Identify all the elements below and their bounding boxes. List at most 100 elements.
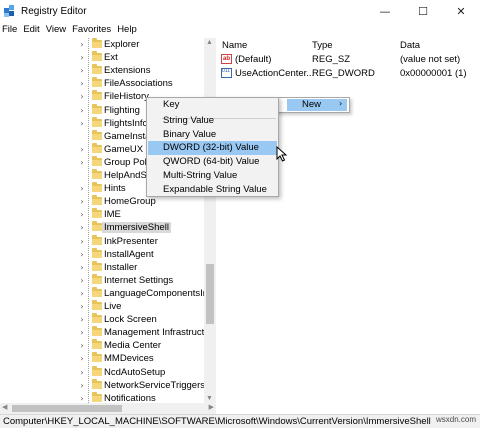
submenu-string-value[interactable]: String Value <box>148 114 277 128</box>
tree-item[interactable]: › FileAssociations <box>0 77 204 90</box>
expand-chevron-icon[interactable]: › <box>78 53 86 62</box>
tree-item-label: Installer <box>104 261 138 273</box>
tree-item[interactable]: › Media Center <box>0 339 204 352</box>
tree-item[interactable]: › InstallAgent <box>0 247 204 261</box>
expand-chevron-icon[interactable]: › <box>78 394 86 403</box>
expand-chevron-icon[interactable]: › <box>78 263 86 272</box>
expand-chevron-icon[interactable]: › <box>78 354 86 363</box>
folder-icon <box>92 182 102 193</box>
minimize-button[interactable]: — <box>366 0 404 22</box>
tree-item[interactable]: › Extensions <box>0 64 204 77</box>
column-header-name[interactable]: Name <box>222 40 247 52</box>
tree-item[interactable]: › MMDevices <box>0 352 204 365</box>
tree-item-label: Ext <box>104 52 118 64</box>
scroll-down-icon[interactable]: ▼ <box>206 395 213 402</box>
folder-icon <box>92 129 102 140</box>
expand-chevron-icon[interactable]: › <box>78 92 86 101</box>
tree-item[interactable]: › NcdAutoSetup <box>0 365 204 379</box>
folder-icon <box>92 391 102 402</box>
menu-edit[interactable]: Edit <box>23 24 39 35</box>
submenu-binary-value[interactable]: Binary Value <box>148 128 277 142</box>
tree-item[interactable]: › Management Infrastructu <box>0 326 210 339</box>
expand-chevron-icon[interactable]: › <box>78 145 86 154</box>
expand-chevron-icon[interactable]: › <box>78 106 86 115</box>
expand-chevron-icon[interactable]: › <box>78 119 86 128</box>
values-list[interactable]: Name Type Data ab (Default) REG_SZ (valu… <box>218 38 480 414</box>
column-header-data[interactable]: Data <box>400 40 420 52</box>
menu-file[interactable]: File <box>2 24 17 35</box>
tree-item[interactable]: › HomeGroup <box>0 195 204 208</box>
submenu-key[interactable]: Key <box>148 98 277 112</box>
tree-item[interactable]: › LanguageComponentsIns <box>0 286 213 300</box>
submenu-qword-value[interactable]: QWORD (64-bit) Value <box>148 155 277 169</box>
expand-chevron-icon[interactable]: › <box>78 315 86 324</box>
expand-chevron-icon[interactable]: › <box>78 368 86 377</box>
column-header-type[interactable]: Type <box>312 40 333 52</box>
tree-item-label: Flighting <box>104 104 140 116</box>
tree-horizontal-scrollbar[interactable]: ◀ ▶ <box>0 403 216 414</box>
submenu-dword-value[interactable]: DWORD (32-bit) Value <box>148 141 277 155</box>
submenu-expandable-string-value[interactable]: Expandable String Value <box>148 183 277 197</box>
expand-chevron-icon[interactable]: › <box>78 276 86 285</box>
menu-help[interactable]: Help <box>117 24 137 35</box>
folder-icon <box>92 313 102 324</box>
value-data: (value not set) <box>400 54 461 65</box>
expand-chevron-icon[interactable]: › <box>78 341 86 350</box>
tree-item-label: InkPresenter <box>104 235 158 247</box>
tree-item-label: Notifications <box>104 392 156 403</box>
registry-tree[interactable]: › Explorer › Ext › Extensions › FileAssociation… <box>0 38 216 403</box>
folder-icon <box>92 51 102 62</box>
expand-chevron-icon[interactable]: › <box>78 328 86 337</box>
folder-icon <box>92 208 102 219</box>
maximize-button[interactable]: ☐ <box>404 0 442 22</box>
hscroll-thumb[interactable] <box>12 405 122 412</box>
tree-item[interactable]: › Installer <box>0 260 204 274</box>
tree-item[interactable]: › ImmersiveShell <box>0 221 204 234</box>
scroll-up-icon[interactable]: ▲ <box>206 39 213 46</box>
tree-vertical-scrollbar[interactable]: ▲ ▼ <box>204 38 216 403</box>
tree-item[interactable]: › NetworkServiceTriggers <box>0 378 206 392</box>
folder-icon <box>92 38 102 48</box>
tree-item[interactable]: › Explorer <box>0 38 204 51</box>
expand-chevron-icon[interactable]: › <box>78 302 86 311</box>
value-row-useactioncenter[interactable]: 011 110 UseActionCenter... REG_DWORD 0x0… <box>218 68 480 81</box>
expand-chevron-icon[interactable]: › <box>78 250 86 259</box>
expand-chevron-icon[interactable]: › <box>78 381 86 390</box>
expand-chevron-icon[interactable]: › <box>78 223 86 232</box>
tree-item[interactable]: › Ext <box>0 51 204 64</box>
expand-chevron-icon[interactable]: › <box>78 210 86 219</box>
tree-item-label: NetworkServiceTriggers <box>104 379 206 391</box>
value-data: 0x00000001 (1) <box>400 68 467 79</box>
expand-chevron-icon[interactable]: › <box>78 184 86 193</box>
menu-favorites[interactable]: Favorites <box>72 24 111 35</box>
window-title: Registry Editor <box>21 5 87 17</box>
scroll-thumb[interactable] <box>206 264 214 324</box>
expand-chevron-icon[interactable]: › <box>78 289 86 298</box>
scroll-right-icon[interactable]: ▶ <box>209 403 214 411</box>
value-row-default[interactable]: ab (Default) REG_SZ (value not set) <box>218 54 480 67</box>
expand-chevron-icon[interactable]: › <box>78 79 86 88</box>
expand-chevron-icon[interactable]: › <box>78 158 86 167</box>
tree-item-label: LanguageComponentsIns <box>104 287 213 299</box>
tree-item[interactable]: › IME <box>0 208 204 221</box>
expand-chevron-icon[interactable]: › <box>78 40 86 49</box>
folder-icon <box>92 352 102 363</box>
tree-item[interactable]: › InkPresenter <box>0 234 204 248</box>
menu-view[interactable]: View <box>46 24 66 35</box>
tree-item[interactable]: › Internet Settings <box>0 273 204 287</box>
close-button[interactable]: ✕ <box>442 0 480 22</box>
submenu-multi-string-value[interactable]: Multi-String Value <box>148 169 277 183</box>
expand-chevron-icon[interactable]: › <box>78 197 86 206</box>
expand-chevron-icon[interactable]: › <box>78 237 86 246</box>
tree-item[interactable]: › Lock Screen <box>0 313 204 326</box>
tree-item-label: HomeGroup <box>104 196 156 208</box>
tree-item[interactable]: › Notifications <box>0 391 204 403</box>
scroll-left-icon[interactable]: ◀ <box>2 403 7 411</box>
tree-item[interactable]: › Live <box>0 300 204 313</box>
context-new-item[interactable]: New <box>302 99 321 110</box>
tree-item-label: FileAssociations <box>104 78 173 90</box>
tree-item-label: GameInsta <box>104 130 151 142</box>
expand-chevron-icon[interactable]: › <box>78 66 86 75</box>
folder-icon <box>92 339 102 350</box>
string-value-icon: ab <box>221 54 232 64</box>
